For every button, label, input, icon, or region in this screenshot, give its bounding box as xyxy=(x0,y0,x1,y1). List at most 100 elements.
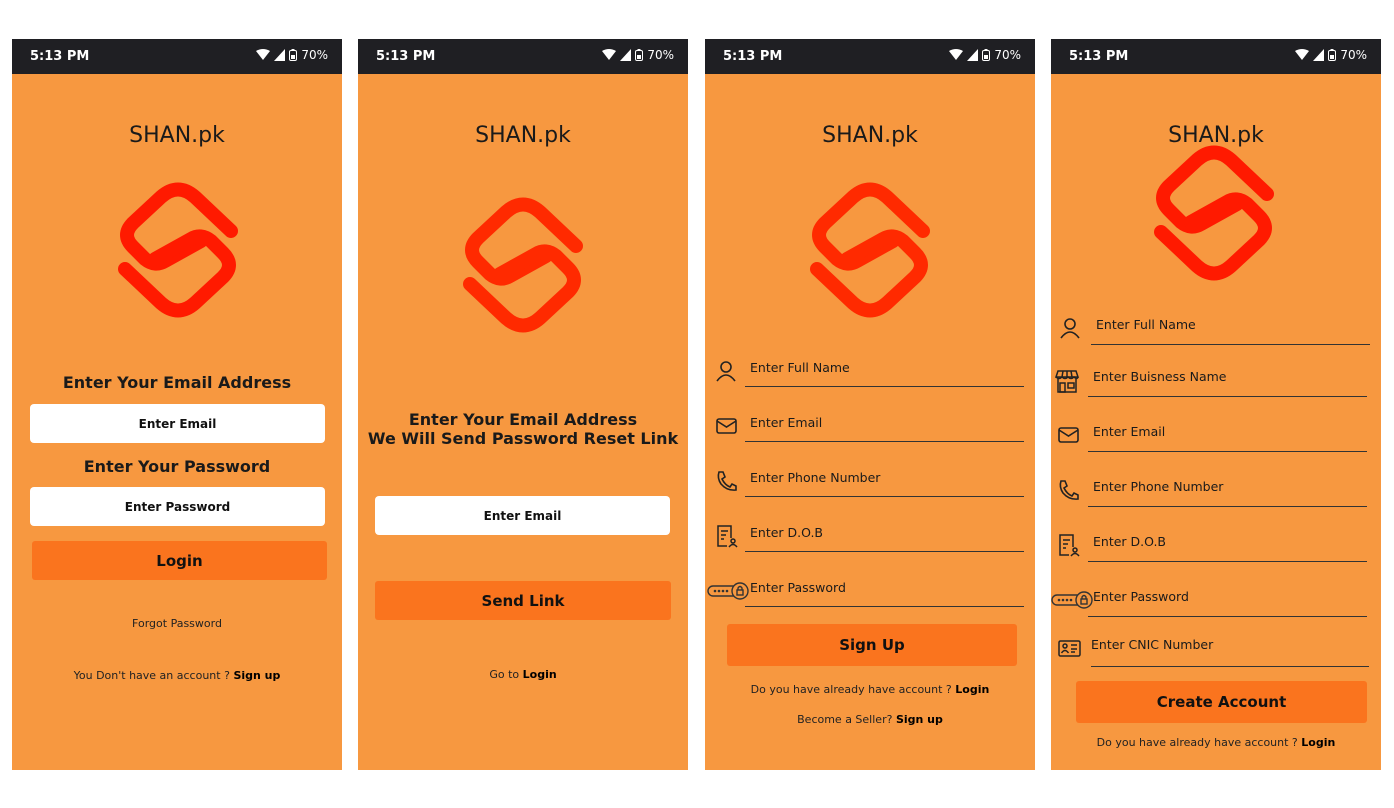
user-icon xyxy=(716,361,736,382)
dob-field[interactable]: Enter D.O.B xyxy=(1057,533,1371,563)
status-time: 5:13 PM xyxy=(723,49,783,64)
document-user-icon xyxy=(1059,534,1080,557)
signup-button[interactable]: Sign Up xyxy=(727,624,1017,666)
mail-icon xyxy=(1058,427,1079,443)
field-underline xyxy=(1088,396,1367,397)
signup-screen: 5:13 PM 70% SHAN.pk Enter Full Name Ente… xyxy=(705,39,1035,770)
document-user-icon xyxy=(717,525,738,548)
wifi-icon xyxy=(949,49,964,60)
battery-level: 70% xyxy=(994,48,1021,62)
login-link[interactable]: Login xyxy=(1301,736,1335,749)
status-bar: 5:13 PM 70% xyxy=(12,39,342,74)
phone-icon xyxy=(717,471,737,491)
seller-signup-screen: 5:13 PM 70% SHAN.pk Enter Full Name Ente… xyxy=(1051,39,1381,770)
goto-text: Go to xyxy=(489,668,520,681)
status-time: 5:13 PM xyxy=(1069,49,1129,64)
have-account-text: Do you have already have account ? xyxy=(1096,736,1298,749)
status-time: 5:13 PM xyxy=(376,49,436,64)
field-underline xyxy=(745,606,1024,607)
field-underline xyxy=(1088,451,1367,452)
dob-field[interactable]: Enter D.O.B xyxy=(715,524,1025,554)
field-label: Enter Password xyxy=(750,580,846,595)
login-button[interactable]: Login xyxy=(32,541,327,580)
email-field[interactable]: Enter Email xyxy=(1057,423,1371,453)
status-bar: 5:13 PM 70% xyxy=(358,39,688,74)
password-heading: Enter Your Password xyxy=(83,457,271,476)
send-link-button[interactable]: Send Link xyxy=(375,581,671,620)
field-label: Enter Full Name xyxy=(750,360,850,375)
password-field[interactable]: Enter Password xyxy=(707,579,1025,609)
field-underline xyxy=(1091,344,1370,345)
seller-text: Become a Seller? xyxy=(797,713,893,726)
brand-title: SHAN.pk xyxy=(475,123,571,148)
have-account-row: Do you have already have account ? Login xyxy=(705,683,1035,696)
signal-icon xyxy=(967,49,979,61)
signal-icon xyxy=(274,49,286,61)
field-underline xyxy=(1088,506,1367,507)
battery-icon xyxy=(982,49,991,61)
battery-icon xyxy=(1328,49,1337,61)
full-name-field[interactable]: Enter Full Name xyxy=(715,359,1025,389)
status-bar: 5:13 PM 70% xyxy=(1051,39,1381,74)
goto-login-row: Go to Login xyxy=(358,668,688,681)
password-lock-icon xyxy=(707,582,749,600)
field-label: Enter Phone Number xyxy=(1093,479,1224,494)
brand-title: SHAN.pk xyxy=(822,123,918,148)
shan-logo-icon xyxy=(1154,145,1274,281)
seller-signup-link[interactable]: Sign up xyxy=(896,713,943,726)
business-name-field[interactable]: Enter Buisness Name xyxy=(1055,368,1371,398)
field-underline xyxy=(745,551,1024,552)
email-field[interactable]: Enter Email xyxy=(715,414,1025,444)
battery-icon xyxy=(289,49,298,61)
signal-icon xyxy=(620,49,632,61)
password-lock-icon xyxy=(1051,591,1093,609)
login-link[interactable]: Login xyxy=(523,668,557,681)
field-label: Enter Phone Number xyxy=(750,470,881,485)
field-label: Enter Full Name xyxy=(1096,317,1196,332)
mail-icon xyxy=(716,418,737,434)
password-input[interactable]: Enter Password xyxy=(30,487,325,526)
create-account-button[interactable]: Create Account xyxy=(1076,681,1367,723)
field-label: Enter CNIC Number xyxy=(1091,637,1214,652)
full-name-field[interactable]: Enter Full Name xyxy=(1059,316,1371,346)
field-label: Enter D.O.B xyxy=(1093,534,1167,549)
have-account-row: Do you have already have account ? Login xyxy=(1051,736,1381,749)
reset-heading-line2: We Will Send Password Reset Link xyxy=(367,429,679,448)
shan-logo-icon xyxy=(463,197,583,333)
email-heading: Enter Your Email Address xyxy=(62,373,292,392)
phone-icon xyxy=(1059,480,1079,500)
no-account-text: You Don't have an account ? xyxy=(73,669,230,682)
field-label: Enter Email xyxy=(750,415,823,430)
phone-field[interactable]: Enter Phone Number xyxy=(715,469,1025,499)
signup-link[interactable]: Sign up xyxy=(233,669,280,682)
status-bar: 5:13 PM 70% xyxy=(705,39,1035,74)
field-underline xyxy=(745,386,1024,387)
login-link[interactable]: Login xyxy=(955,683,989,696)
field-underline xyxy=(1091,666,1369,667)
have-account-text: Do you have already have account ? xyxy=(750,683,952,696)
field-label: Enter Email xyxy=(1093,424,1166,439)
reset-password-screen: 5:13 PM 70% SHAN.pk Enter Your Email Add… xyxy=(358,39,688,770)
email-input[interactable]: Enter Email xyxy=(30,404,325,443)
no-account-row: You Don't have an account ? Sign up xyxy=(12,669,342,682)
password-field[interactable]: Enter Password xyxy=(1051,588,1371,618)
wifi-icon xyxy=(256,49,271,60)
battery-icon xyxy=(635,49,644,61)
signal-icon xyxy=(1313,49,1325,61)
become-seller-row: Become a Seller? Sign up xyxy=(705,713,1035,726)
email-input[interactable]: Enter Email xyxy=(375,496,670,535)
battery-level: 70% xyxy=(1340,48,1367,62)
field-underline xyxy=(1088,561,1367,562)
wifi-icon xyxy=(1295,49,1310,60)
reset-heading-line1: Enter Your Email Address xyxy=(408,410,638,429)
store-icon xyxy=(1055,370,1080,393)
field-label: Enter D.O.B xyxy=(750,525,824,540)
cnic-field[interactable]: Enter CNIC Number xyxy=(1057,637,1371,669)
login-screen: 5:13 PM 70% SHAN.pk Enter Your Email Add… xyxy=(12,39,342,770)
field-underline xyxy=(745,496,1024,497)
battery-level: 70% xyxy=(301,48,328,62)
brand-title: SHAN.pk xyxy=(129,123,225,148)
phone-field[interactable]: Enter Phone Number xyxy=(1057,478,1371,508)
field-label: Enter Password xyxy=(1093,589,1189,604)
forgot-password-link[interactable]: Forgot Password xyxy=(12,617,342,630)
